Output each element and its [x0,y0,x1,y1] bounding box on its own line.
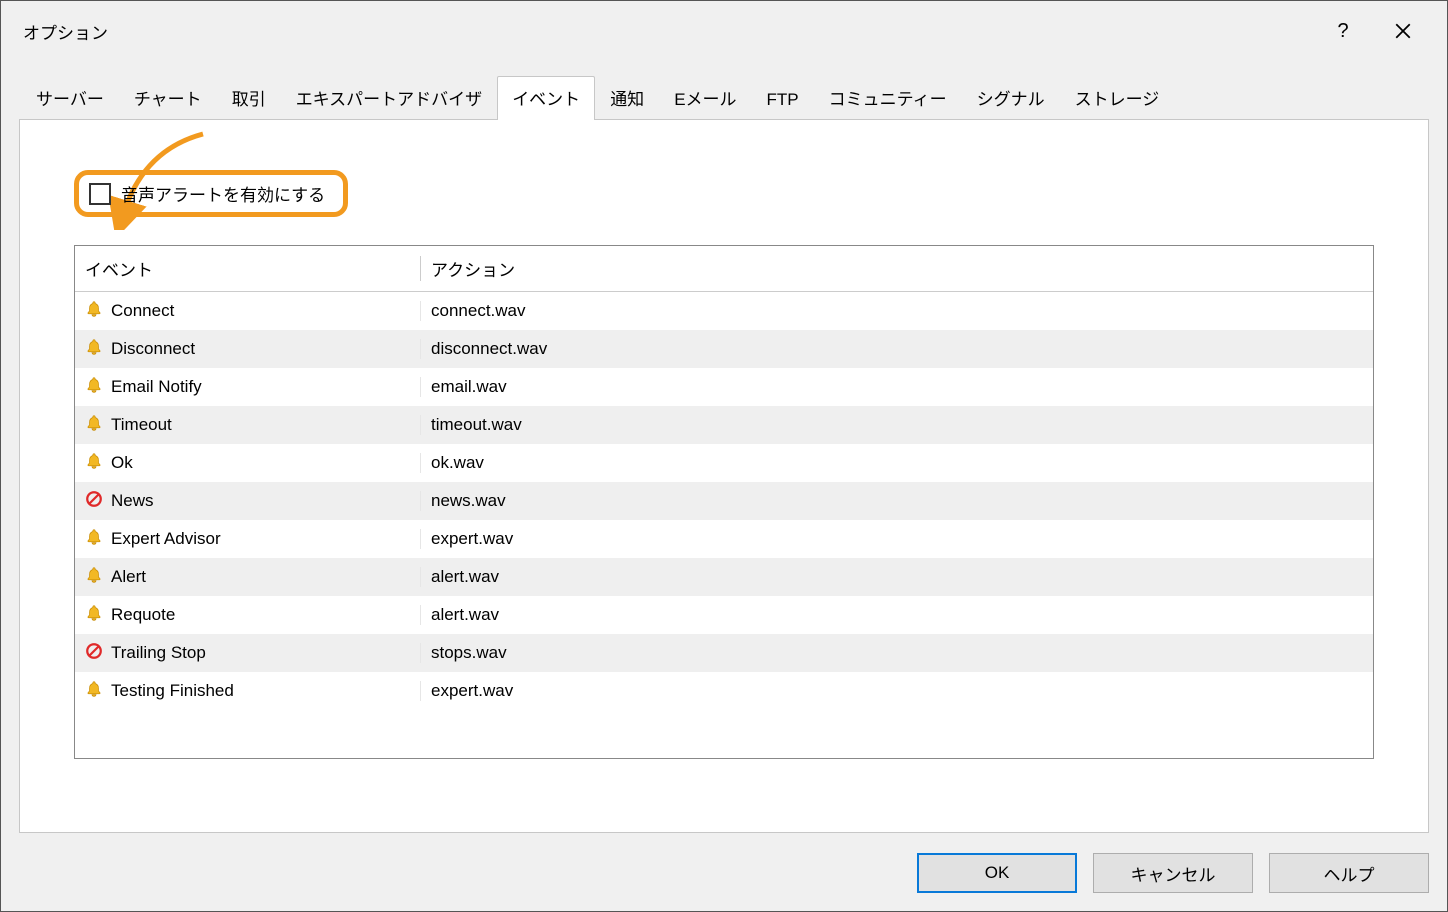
options-dialog: オプション ? サーバーチャート取引エキスパートアドバイザイベント通知EメールF… [0,0,1448,912]
header-event[interactable]: イベント [75,256,420,281]
tab-2[interactable]: 取引 [217,76,281,120]
bell-icon [85,338,103,361]
annotation-highlight: 音声アラートを有効にする [74,170,348,217]
enable-sound-alerts-checkbox[interactable] [89,183,111,205]
table-row[interactable]: Expert Advisor expert.wav [75,520,1373,558]
event-name: Testing Finished [111,681,234,701]
table-row[interactable]: Connect connect.wav [75,292,1373,330]
bell-icon [85,414,103,437]
client-area: サーバーチャート取引エキスパートアドバイザイベント通知EメールFTPコミュニティ… [1,61,1447,911]
event-cell: Requote [75,604,420,627]
action-cell: stops.wav [420,643,1373,663]
forbid-icon [85,642,103,665]
event-name: Trailing Stop [111,643,206,663]
forbid-icon [85,490,103,513]
tab-9[interactable]: シグナル [962,76,1060,120]
tab-10[interactable]: ストレージ [1060,76,1175,120]
table-row[interactable]: Email Notify email.wav [75,368,1373,406]
action-cell: news.wav [420,491,1373,511]
tab-0[interactable]: サーバー [21,76,119,120]
action-cell: expert.wav [420,681,1373,701]
dialog-title: オプション [23,19,1313,44]
action-cell: email.wav [420,377,1373,397]
bell-icon [85,376,103,399]
event-name: Expert Advisor [111,529,221,549]
tab-6[interactable]: Eメール [659,76,751,120]
event-cell: Ok [75,452,420,475]
table-row[interactable]: Disconnect disconnect.wav [75,330,1373,368]
events-table: イベント アクション Connect connect.wav Disconnect d… [74,245,1374,759]
action-cell: alert.wav [420,605,1373,625]
table-header-row: イベント アクション [75,246,1373,292]
table-row[interactable]: Ok ok.wav [75,444,1373,482]
header-action[interactable]: アクション [420,256,1373,281]
event-name: Alert [111,567,146,587]
bell-icon [85,528,103,551]
action-cell: ok.wav [420,453,1373,473]
event-cell: Email Notify [75,376,420,399]
event-cell: Timeout [75,414,420,437]
enable-sound-alerts-label: 音声アラートを有効にする [121,181,325,206]
table-row[interactable]: Alert alert.wav [75,558,1373,596]
table-row[interactable]: News news.wav [75,482,1373,520]
ok-button[interactable]: OK [917,853,1077,893]
tab-3[interactable]: エキスパートアドバイザ [281,76,498,120]
event-cell: Disconnect [75,338,420,361]
tab-4[interactable]: イベント [497,76,595,120]
event-cell: News [75,490,420,513]
button-bar: OK キャンセル ヘルプ [19,833,1429,893]
action-cell: expert.wav [420,529,1373,549]
action-cell: disconnect.wav [420,339,1373,359]
tab-8[interactable]: コミュニティー [814,76,962,120]
cancel-button[interactable]: キャンセル [1093,853,1253,893]
event-name: Timeout [111,415,172,435]
tab-panel-events: 音声アラートを有効にする イベント アクション Connect connect.w… [19,119,1429,833]
tab-5[interactable]: 通知 [595,76,659,120]
bell-icon [85,680,103,703]
bell-icon [85,604,103,627]
event-name: Disconnect [111,339,195,359]
tabstrip: サーバーチャート取引エキスパートアドバイザイベント通知EメールFTPコミュニティ… [19,75,1429,119]
event-name: Connect [111,301,174,321]
close-icon[interactable] [1373,10,1433,52]
action-cell: connect.wav [420,301,1373,321]
bell-icon [85,566,103,589]
action-cell: alert.wav [420,567,1373,587]
help-icon[interactable]: ? [1313,10,1373,52]
event-cell: Testing Finished [75,680,420,703]
titlebar: オプション ? [1,1,1447,61]
bell-icon [85,300,103,323]
help-button[interactable]: ヘルプ [1269,853,1429,893]
event-name: News [111,491,154,511]
action-cell: timeout.wav [420,415,1373,435]
event-cell: Alert [75,566,420,589]
table-row[interactable]: Trailing Stop stops.wav [75,634,1373,672]
table-row[interactable]: Timeout timeout.wav [75,406,1373,444]
event-name: Ok [111,453,133,473]
table-filler [75,710,1373,758]
table-row[interactable]: Testing Finished expert.wav [75,672,1373,710]
event-cell: Expert Advisor [75,528,420,551]
event-name: Requote [111,605,175,625]
tab-1[interactable]: チャート [119,76,217,120]
tab-7[interactable]: FTP [752,81,814,120]
bell-icon [85,452,103,475]
table-row[interactable]: Requote alert.wav [75,596,1373,634]
event-cell: Trailing Stop [75,642,420,665]
event-name: Email Notify [111,377,202,397]
event-cell: Connect [75,300,420,323]
